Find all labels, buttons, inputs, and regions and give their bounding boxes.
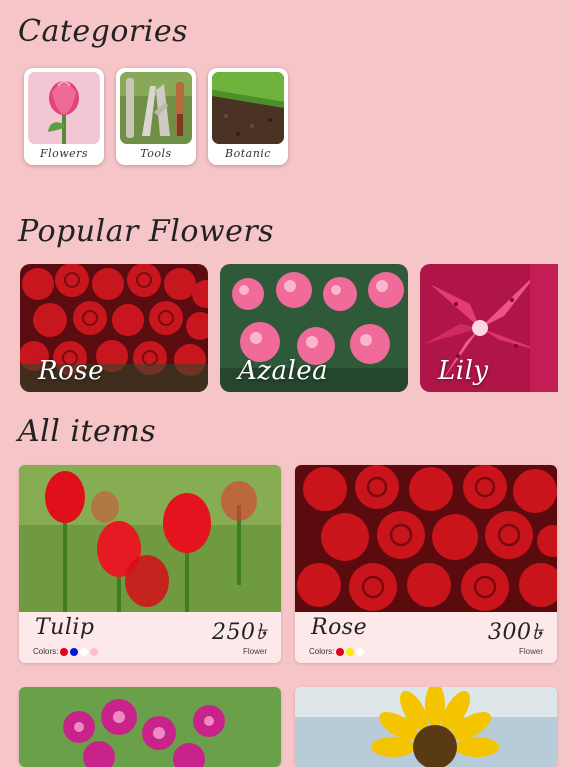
color-swatch-red[interactable] <box>336 647 345 656</box>
popular-card-rose[interactable]: Rose <box>20 264 208 392</box>
item-colors: Colors: <box>309 647 365 656</box>
category-label: Tools <box>140 147 172 160</box>
popular-card-label: Rose <box>38 356 104 386</box>
sunflower-image <box>295 687 557 767</box>
item-type: Flower <box>518 647 543 656</box>
item-card-sunflower[interactable] <box>295 687 557 767</box>
item-type: Flower <box>242 647 267 656</box>
popular-card-lily[interactable]: Lily <box>420 264 558 392</box>
category-botanic[interactable]: Botanic <box>208 68 288 165</box>
orchid-image <box>19 687 281 767</box>
botanic-image <box>212 72 284 144</box>
color-swatch-white[interactable] <box>356 647 365 656</box>
popular-flowers-carousel[interactable]: Rose Azalea Lily <box>20 264 558 392</box>
item-name: Rose <box>311 615 368 640</box>
item-name: Tulip <box>35 615 95 640</box>
category-label: Botanic <box>225 147 271 160</box>
color-swatch-white[interactable] <box>80 647 89 656</box>
rose-item-image <box>295 465 557 612</box>
popular-card-label: Lily <box>438 356 489 386</box>
all-items-title: All items <box>18 414 157 449</box>
tulip-image <box>19 465 281 612</box>
all-items-grid: Tulip 250৳ Colors: Flower Rose 300৳ Colo… <box>19 465 557 767</box>
color-swatch-red[interactable] <box>60 647 69 656</box>
colors-label: Colors: <box>33 647 59 656</box>
category-label: Flowers <box>39 147 89 160</box>
popular-flowers-title: Popular Flowers <box>18 214 275 249</box>
colors-label: Colors: <box>309 647 335 656</box>
item-card-orchid[interactable] <box>19 687 281 767</box>
item-card-tulip[interactable]: Tulip 250৳ Colors: Flower <box>19 465 281 663</box>
categories-title: Categories <box>18 14 188 49</box>
tools-image <box>120 72 192 144</box>
color-swatch-blue[interactable] <box>70 647 79 656</box>
item-colors: Colors: <box>33 647 99 656</box>
category-flowers[interactable]: Flowers <box>24 68 104 165</box>
category-tools[interactable]: Tools <box>116 68 196 165</box>
flowers-image <box>28 72 100 144</box>
color-swatch-pink[interactable] <box>90 647 99 656</box>
categories-list: Flowers Tools Botanic <box>24 68 288 165</box>
item-card-rose[interactable]: Rose 300৳ Colors: Flower <box>295 465 557 663</box>
popular-card-azalea[interactable]: Azalea <box>220 264 408 392</box>
popular-card-label: Azalea <box>238 356 329 386</box>
color-swatch-yellow[interactable] <box>346 647 355 656</box>
